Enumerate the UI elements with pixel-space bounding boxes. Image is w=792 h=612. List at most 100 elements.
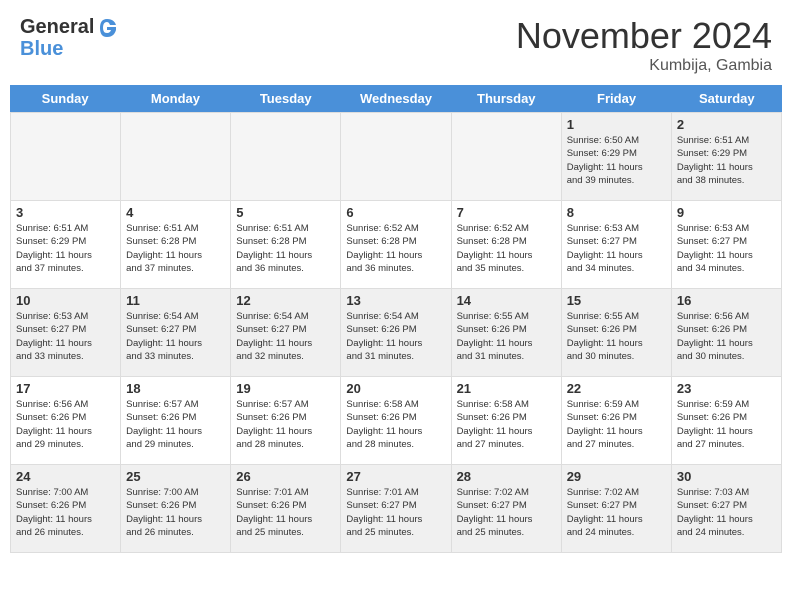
calendar-cell: 17 Sunrise: 6:56 AM Sunset: 6:26 PM Dayli… [11, 377, 121, 465]
calendar-cell: 20 Sunrise: 6:58 AM Sunset: 6:26 PM Dayli… [341, 377, 451, 465]
calendar-cell: 3 Sunrise: 6:51 AM Sunset: 6:29 PM Daylig… [11, 201, 121, 289]
day-number: 19 [236, 381, 335, 396]
day-info: Sunrise: 6:55 AM Sunset: 6:26 PM Dayligh… [457, 310, 556, 363]
logo: General Blue [20, 15, 118, 61]
day-info: Sunrise: 6:51 AM Sunset: 6:29 PM Dayligh… [677, 134, 776, 187]
calendar-cell: 13Sunrise: 6:54 AM Sunset: 6:26 PM Dayli… [341, 289, 451, 377]
day-number: 21 [457, 381, 556, 396]
calendar-cell: 30 Sunrise: 7:03 AM Sunset: 6:27 PM Dayli… [672, 465, 782, 553]
calendar-cell [121, 113, 231, 201]
weekday-header: Friday [561, 85, 671, 112]
day-info: Sunrise: 6:56 AM Sunset: 6:26 PM Dayligh… [16, 398, 115, 451]
calendar-cell: 24 Sunrise: 7:00 AM Sunset: 6:26 PM Dayli… [11, 465, 121, 553]
day-info: Sunrise: 6:52 AM Sunset: 6:28 PM Dayligh… [346, 222, 445, 275]
day-info: Sunrise: 7:02 AM Sunset: 6:27 PM Dayligh… [567, 486, 666, 539]
calendar-cell: 7Sunrise: 6:52 AM Sunset: 6:28 PM Daylig… [452, 201, 562, 289]
day-info: Sunrise: 6:51 AM Sunset: 6:29 PM Dayligh… [16, 222, 115, 275]
calendar-cell: 22 Sunrise: 6:59 AM Sunset: 6:26 PM Dayli… [562, 377, 672, 465]
day-number: 29 [567, 469, 666, 484]
calendar-cell: 27 Sunrise: 7:01 AM Sunset: 6:27 PM Dayli… [341, 465, 451, 553]
calendar-cell: 6 Sunrise: 6:52 AM Sunset: 6:28 PM Daylig… [341, 201, 451, 289]
day-number: 2 [677, 117, 776, 132]
day-info: Sunrise: 6:57 AM Sunset: 6:26 PM Dayligh… [236, 398, 335, 451]
day-info: Sunrise: 6:58 AM Sunset: 6:26 PM Dayligh… [346, 398, 445, 451]
day-number: 26 [236, 469, 335, 484]
calendar-body: 1Sunrise: 6:50 AM Sunset: 6:29 PM Daylig… [10, 112, 782, 553]
location: Kumbija, Gambia [516, 57, 772, 75]
day-info: Sunrise: 6:58 AM Sunset: 6:26 PM Dayligh… [457, 398, 556, 451]
calendar-cell [452, 113, 562, 201]
calendar-cell [231, 113, 341, 201]
day-info: Sunrise: 6:59 AM Sunset: 6:26 PM Dayligh… [567, 398, 666, 451]
day-info: Sunrise: 7:00 AM Sunset: 6:26 PM Dayligh… [16, 486, 115, 539]
day-number: 5 [236, 205, 335, 220]
day-number: 1 [567, 117, 666, 132]
calendar-cell: 25Sunrise: 7:00 AM Sunset: 6:26 PM Dayli… [121, 465, 231, 553]
calendar-cell: 11 Sunrise: 6:54 AM Sunset: 6:27 PM Dayli… [121, 289, 231, 377]
month-title: November 2024 [516, 15, 772, 57]
day-info: Sunrise: 7:02 AM Sunset: 6:27 PM Dayligh… [457, 486, 556, 539]
logo-blue: Blue [20, 37, 118, 61]
weekday-header: Thursday [451, 85, 561, 112]
calendar-cell [341, 113, 451, 201]
calendar-cell: 18 Sunrise: 6:57 AM Sunset: 6:26 PM Dayli… [121, 377, 231, 465]
day-number: 20 [346, 381, 445, 396]
calendar-cell: 4 Sunrise: 6:51 AM Sunset: 6:28 PM Daylig… [121, 201, 231, 289]
day-number: 8 [567, 205, 666, 220]
calendar-cell: 14Sunrise: 6:55 AM Sunset: 6:26 PM Dayli… [452, 289, 562, 377]
day-number: 12 [236, 293, 335, 308]
day-info: Sunrise: 7:01 AM Sunset: 6:26 PM Dayligh… [236, 486, 335, 539]
day-info: Sunrise: 6:54 AM Sunset: 6:26 PM Dayligh… [346, 310, 445, 363]
logo-text: General Blue [20, 15, 118, 61]
calendar-cell: 8 Sunrise: 6:53 AM Sunset: 6:27 PM Daylig… [562, 201, 672, 289]
day-number: 28 [457, 469, 556, 484]
calendar-cell: 28 Sunrise: 7:02 AM Sunset: 6:27 PM Dayli… [452, 465, 562, 553]
day-number: 30 [677, 469, 776, 484]
calendar: SundayMondayTuesdayWednesdayThursdayFrid… [10, 85, 782, 553]
day-number: 6 [346, 205, 445, 220]
weekday-header: Tuesday [231, 85, 341, 112]
day-number: 3 [16, 205, 115, 220]
calendar-cell: 10 Sunrise: 6:53 AM Sunset: 6:27 PM Dayli… [11, 289, 121, 377]
day-number: 9 [677, 205, 776, 220]
calendar-cell: 15 Sunrise: 6:55 AM Sunset: 6:26 PM Dayli… [562, 289, 672, 377]
day-number: 7 [457, 205, 556, 220]
day-number: 15 [567, 293, 666, 308]
calendar-cell: 2 Sunrise: 6:51 AM Sunset: 6:29 PM Daylig… [672, 113, 782, 201]
calendar-cell: 16Sunrise: 6:56 AM Sunset: 6:26 PM Dayli… [672, 289, 782, 377]
day-info: Sunrise: 7:01 AM Sunset: 6:27 PM Dayligh… [346, 486, 445, 539]
calendar-header: SundayMondayTuesdayWednesdayThursdayFrid… [10, 85, 782, 112]
day-info: Sunrise: 6:51 AM Sunset: 6:28 PM Dayligh… [126, 222, 225, 275]
day-info: Sunrise: 6:57 AM Sunset: 6:26 PM Dayligh… [126, 398, 225, 451]
day-number: 27 [346, 469, 445, 484]
day-info: Sunrise: 6:53 AM Sunset: 6:27 PM Dayligh… [677, 222, 776, 275]
calendar-cell: 29 Sunrise: 7:02 AM Sunset: 6:27 PM Dayli… [562, 465, 672, 553]
day-info: Sunrise: 6:51 AM Sunset: 6:28 PM Dayligh… [236, 222, 335, 275]
day-number: 22 [567, 381, 666, 396]
calendar-cell: 21 Sunrise: 6:58 AM Sunset: 6:26 PM Dayli… [452, 377, 562, 465]
weekday-header: Sunday [10, 85, 120, 112]
day-info: Sunrise: 6:54 AM Sunset: 6:27 PM Dayligh… [126, 310, 225, 363]
weekday-header: Saturday [672, 85, 782, 112]
day-info: Sunrise: 6:55 AM Sunset: 6:26 PM Dayligh… [567, 310, 666, 363]
day-info: Sunrise: 7:00 AM Sunset: 6:26 PM Dayligh… [126, 486, 225, 539]
day-number: 24 [16, 469, 115, 484]
day-info: Sunrise: 6:53 AM Sunset: 6:27 PM Dayligh… [567, 222, 666, 275]
calendar-cell: 12 Sunrise: 6:54 AM Sunset: 6:27 PM Dayli… [231, 289, 341, 377]
day-info: Sunrise: 6:53 AM Sunset: 6:27 PM Dayligh… [16, 310, 115, 363]
day-number: 18 [126, 381, 225, 396]
day-number: 10 [16, 293, 115, 308]
calendar-cell [11, 113, 121, 201]
day-info: Sunrise: 6:59 AM Sunset: 6:26 PM Dayligh… [677, 398, 776, 451]
calendar-cell: 1Sunrise: 6:50 AM Sunset: 6:29 PM Daylig… [562, 113, 672, 201]
calendar-cell: 19 Sunrise: 6:57 AM Sunset: 6:26 PM Dayli… [231, 377, 341, 465]
day-info: Sunrise: 7:03 AM Sunset: 6:27 PM Dayligh… [677, 486, 776, 539]
calendar-cell: 9 Sunrise: 6:53 AM Sunset: 6:27 PM Daylig… [672, 201, 782, 289]
day-number: 4 [126, 205, 225, 220]
day-info: Sunrise: 6:56 AM Sunset: 6:26 PM Dayligh… [677, 310, 776, 363]
title-block: November 2024 Kumbija, Gambia [516, 15, 772, 75]
day-number: 11 [126, 293, 225, 308]
day-info: Sunrise: 6:54 AM Sunset: 6:27 PM Dayligh… [236, 310, 335, 363]
weekday-header: Wednesday [341, 85, 451, 112]
day-number: 17 [16, 381, 115, 396]
